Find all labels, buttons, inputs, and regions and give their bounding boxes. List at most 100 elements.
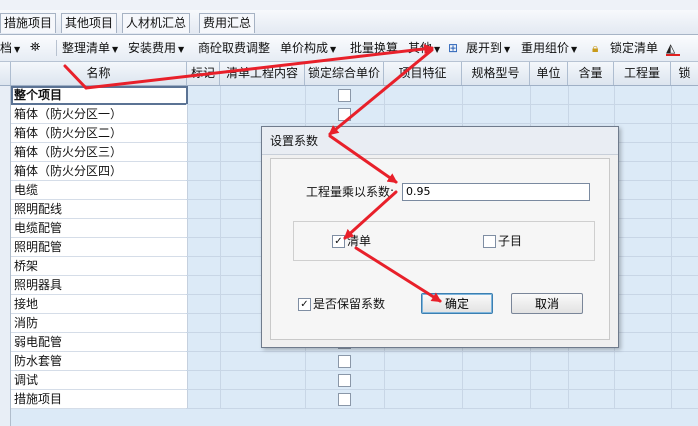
header-quantity[interactable]: 工程量 (614, 62, 671, 85)
header-mark[interactable]: 标记 (187, 62, 220, 85)
row-cell[interactable] (671, 371, 698, 390)
row-name[interactable]: 措施项目 (11, 390, 188, 409)
row-cell[interactable] (614, 314, 672, 333)
tab-measures[interactable]: 措施项目 (0, 13, 57, 33)
row-cell[interactable] (186, 333, 221, 352)
row-cell[interactable] (614, 333, 672, 352)
row-cell[interactable] (568, 86, 615, 105)
row-cell[interactable] (186, 105, 221, 124)
header-unit[interactable]: 单位 (530, 62, 568, 85)
lock-unit-price-checkbox[interactable] (338, 393, 351, 406)
row-cell[interactable] (614, 219, 672, 238)
row-name[interactable]: 弱电配管 (11, 333, 188, 352)
row-cell[interactable] (384, 105, 463, 124)
row-name[interactable]: 接地 (11, 295, 188, 314)
row-name[interactable]: 整个项目 (11, 86, 188, 105)
lock-unit-price-checkbox[interactable] (338, 355, 351, 368)
row-cell[interactable] (614, 105, 672, 124)
header-content-qty[interactable]: 含量 (568, 62, 614, 85)
row-name[interactable]: 电缆 (11, 181, 188, 200)
row-cell[interactable] (614, 162, 672, 181)
row-cell[interactable] (671, 295, 698, 314)
row-cell[interactable] (671, 219, 698, 238)
row-cell[interactable] (614, 371, 672, 390)
toolbar-file-fragment[interactable]: 档 ▼ (0, 40, 20, 56)
factor-input[interactable] (402, 183, 590, 201)
row-cell[interactable] (671, 257, 698, 276)
row-name[interactable]: 箱体（防火分区一） (11, 105, 188, 124)
row-cell[interactable] (186, 276, 221, 295)
row-name[interactable]: 箱体（防火分区二） (11, 124, 188, 143)
row-cell[interactable] (220, 371, 306, 390)
row-cell[interactable] (614, 143, 672, 162)
row-cell[interactable] (614, 390, 672, 409)
row-cell[interactable] (671, 352, 698, 371)
row-cell[interactable] (671, 124, 698, 143)
tab-cost-summary[interactable]: 费用汇总 (199, 13, 256, 33)
table-row[interactable]: 整个项目 (0, 86, 698, 105)
header-lock[interactable]: 锁 (671, 62, 698, 85)
row-name[interactable]: 桥架 (11, 257, 188, 276)
cancel-button[interactable]: 取消 (511, 293, 583, 314)
tab-labor-material-summary[interactable]: 人材机汇总 (122, 13, 191, 33)
row-cell[interactable] (220, 86, 306, 105)
table-row[interactable]: 措施项目 (0, 390, 698, 409)
row-cell[interactable] (614, 238, 672, 257)
row-cell[interactable] (186, 219, 221, 238)
lock-unit-price-checkbox[interactable] (338, 108, 351, 121)
row-name[interactable]: 调试 (11, 371, 188, 390)
keep-factor-checkbox[interactable]: ✓ (298, 298, 311, 311)
row-cell[interactable] (186, 200, 221, 219)
row-cell[interactable] (384, 352, 463, 371)
expand-to-button[interactable]: 展开到 ▼ (466, 40, 510, 56)
lock-unit-price-checkbox[interactable] (338, 374, 351, 387)
row-cell[interactable] (462, 371, 531, 390)
row-cell[interactable] (220, 352, 306, 371)
row-cell[interactable] (568, 390, 615, 409)
row-cell[interactable] (186, 371, 221, 390)
lock-list-button[interactable]: 锁定清单 (610, 40, 658, 56)
row-name[interactable]: 消防 (11, 314, 188, 333)
row-cell[interactable] (462, 390, 531, 409)
table-row[interactable]: 防水套管 (0, 352, 698, 371)
row-name[interactable]: 箱体（防火分区四） (11, 162, 188, 181)
row-name[interactable]: 照明配管 (11, 238, 188, 257)
row-cell[interactable] (384, 86, 463, 105)
header-work-content[interactable]: 清单工程内容 (220, 62, 305, 85)
row-cell[interactable] (462, 105, 531, 124)
row-name[interactable]: 电缆配管 (11, 219, 188, 238)
row-cell[interactable] (671, 86, 698, 105)
row-cell[interactable] (568, 352, 615, 371)
row-cell[interactable] (186, 314, 221, 333)
row-cell[interactable] (614, 181, 672, 200)
row-cell[interactable] (186, 181, 221, 200)
binoculars-icon[interactable]: ⛯ (30, 40, 40, 56)
row-cell[interactable] (614, 276, 672, 295)
row-cell[interactable] (614, 200, 672, 219)
row-cell[interactable] (671, 105, 698, 124)
row-cell[interactable] (530, 371, 569, 390)
row-name[interactable]: 照明器具 (11, 276, 188, 295)
row-cell[interactable] (186, 257, 221, 276)
unit-price-composition-button[interactable]: 单价构成 ▼ (280, 40, 336, 56)
row-cell[interactable] (671, 143, 698, 162)
row-cell[interactable] (671, 276, 698, 295)
row-cell[interactable] (186, 86, 221, 105)
row-cell[interactable] (186, 390, 221, 409)
row-cell[interactable] (614, 86, 672, 105)
row-cell[interactable] (671, 162, 698, 181)
row-cell[interactable] (671, 238, 698, 257)
row-cell[interactable] (186, 124, 221, 143)
row-cell[interactable] (671, 314, 698, 333)
paint-bucket-icon[interactable]: ◭ (666, 40, 680, 56)
row-cell[interactable] (186, 352, 221, 371)
row-cell[interactable] (568, 371, 615, 390)
row-cell[interactable] (530, 352, 569, 371)
row-cell[interactable] (530, 86, 569, 105)
row-cell[interactable] (530, 105, 569, 124)
row-cell[interactable] (671, 333, 698, 352)
row-cell[interactable] (614, 352, 672, 371)
sub-item-checkbox[interactable] (483, 235, 496, 248)
row-cell[interactable] (384, 371, 463, 390)
row-cell[interactable] (186, 143, 221, 162)
